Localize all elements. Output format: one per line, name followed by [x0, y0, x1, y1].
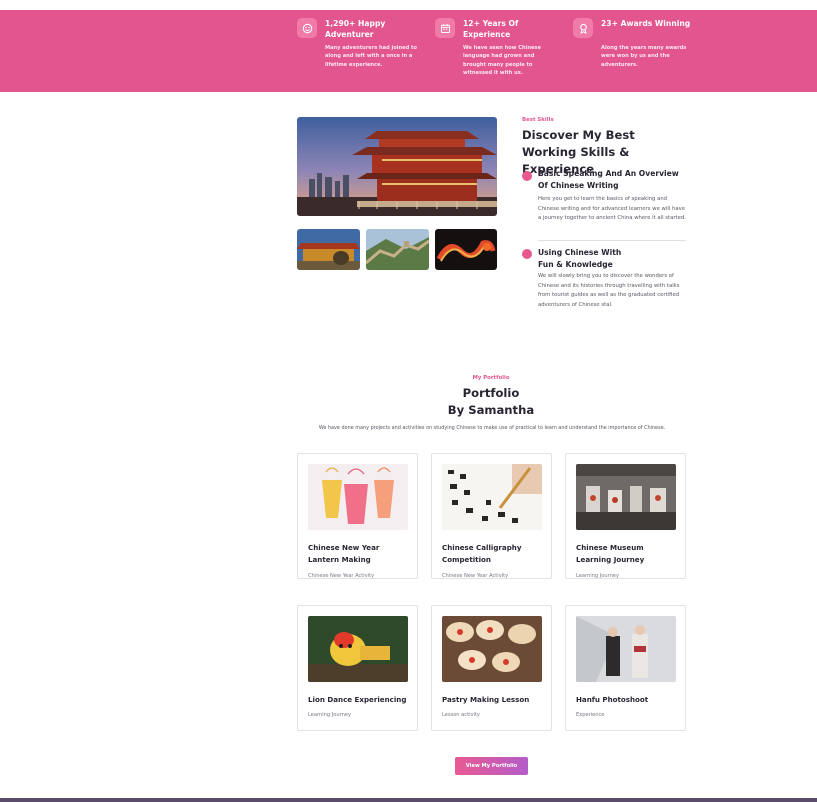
divider: [538, 240, 686, 241]
stat-desc: We have seen how Chinese language had gr…: [463, 45, 541, 76]
temple-photo: [297, 117, 497, 216]
card-subtitle: Chinese New Year Activity: [308, 573, 375, 579]
smile-icon: [297, 18, 317, 38]
stat-title: 12+ Years Of Experience: [463, 19, 519, 39]
stat-desc: Many adventurers had joined to along and…: [325, 45, 417, 68]
great-wall-photo: [366, 229, 429, 270]
card-title: Pastry Making Lesson: [442, 695, 530, 704]
hanfu-photo: [576, 616, 676, 682]
lion-dance-photo: [308, 616, 408, 682]
portfolio-intro: We have done many projects and activitie…: [318, 425, 666, 431]
portfolio-card[interactable]: Chinese New Year Lantern Making Chinese …: [297, 453, 418, 579]
portfolio-heading-line1: Portfolio: [462, 386, 520, 400]
bullet-dot: [522, 249, 532, 259]
view-portfolio-button[interactable]: View My Portfolio: [455, 757, 528, 775]
portfolio-card[interactable]: Chinese Museum Learning Journey Learning…: [565, 453, 686, 579]
stat-title: 1,290+ Happy Adventurer: [325, 19, 386, 39]
gate-lion-photo: [297, 229, 360, 270]
card-title: Chinese Museum Learning Journey: [576, 543, 645, 564]
card-title: Hanfu Photoshoot: [576, 695, 649, 704]
pastry-photo: [442, 616, 542, 682]
stats-band: 1,290+ Happy Adventurer Many adventurers…: [0, 10, 817, 92]
card-subtitle: Experience: [576, 712, 605, 718]
bullet-dot: [522, 171, 532, 181]
card-subtitle: Learning Journey: [576, 573, 619, 579]
card-title: Chinese New Year Lantern Making: [308, 543, 380, 564]
lanterns-photo: [308, 464, 408, 530]
skill-title: Using Chinese With Fun & Knowledge: [538, 248, 622, 269]
footer-strip: [0, 798, 817, 802]
skill-desc: Here you get to learn the basics of spea…: [538, 196, 686, 221]
portfolio-heading-line2: By Samantha: [447, 403, 535, 417]
skill-title: Basic Speaking And An Overview Of Chines…: [538, 169, 679, 190]
card-subtitle: Learning Journey: [308, 712, 351, 718]
card-title: Lion Dance Experiencing: [308, 695, 407, 704]
portfolio-card[interactable]: Chinese Calligraphy Competition Chinese …: [431, 453, 552, 579]
stat-title: 23+ Awards Winning: [601, 19, 691, 28]
portfolio-card[interactable]: Hanfu Photoshoot Experience: [565, 605, 686, 731]
calendar-icon: [435, 18, 455, 38]
dragon-photo: [435, 229, 497, 270]
award-icon: [573, 18, 593, 38]
museum-photo: [576, 464, 676, 530]
card-title: Chinese Calligraphy Competition: [442, 543, 522, 564]
portfolio-card[interactable]: Pastry Making Lesson Lesson activity: [431, 605, 552, 731]
skill-desc: We will slowly bring you to discover the…: [538, 273, 680, 308]
card-subtitle: Lesson activity: [442, 712, 480, 718]
card-subtitle: Chinese New Year Activity: [442, 573, 509, 579]
stat-desc: Along the years many awards were won by …: [601, 45, 687, 68]
calligraphy-photo: [442, 464, 542, 530]
portfolio-card[interactable]: Lion Dance Experiencing Learning Journey: [297, 605, 418, 731]
portfolio-eyebrow: My Portfolio: [472, 375, 510, 381]
skills-eyebrow: Best Skills: [522, 117, 554, 123]
